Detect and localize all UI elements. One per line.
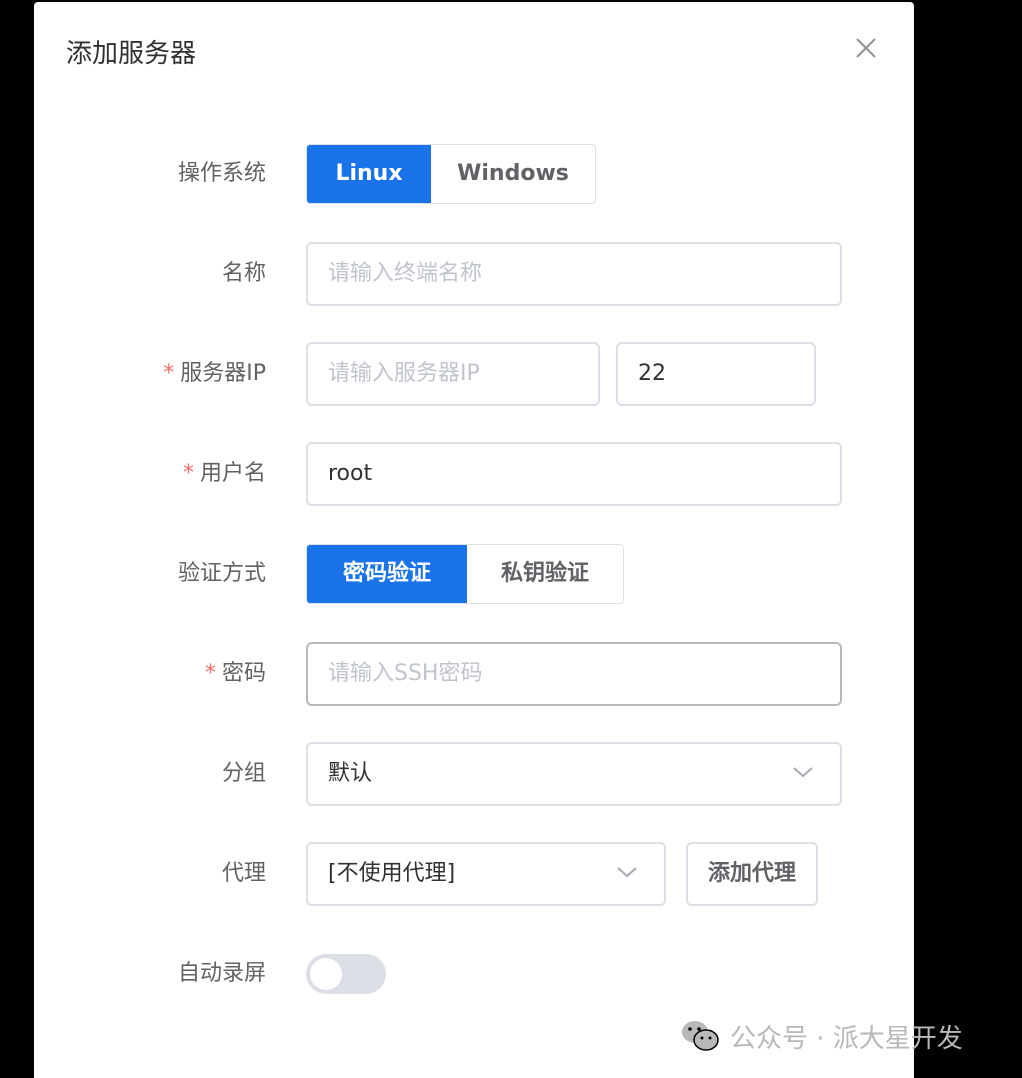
os-option-windows[interactable]: Windows: [431, 145, 595, 203]
form-row-name: 名称 请输入终端名称: [34, 242, 914, 306]
proxy-label: 代理: [221, 861, 266, 886]
required-mark: *: [204, 661, 216, 686]
name-input[interactable]: 请输入终端名称: [306, 242, 842, 306]
chevron-down-icon: [617, 867, 637, 878]
group-label: 分组: [221, 761, 266, 786]
watermark-text: 公众号 · 派大星开发: [730, 1023, 963, 1054]
close-icon: [856, 38, 876, 58]
form-row-server-ip: * 服务器IP 请输入服务器IP 22: [34, 342, 914, 406]
switch-knob: [310, 958, 342, 990]
form-row-proxy: 代理 [不使用代理] 添加代理: [34, 842, 914, 906]
password-input[interactable]: 请输入SSH密码: [306, 642, 842, 706]
os-segmented-control: Linux Windows: [306, 144, 596, 204]
os-option-linux[interactable]: Linux: [307, 145, 431, 203]
auto-record-label: 自动录屏: [177, 961, 266, 986]
proxy-select[interactable]: [不使用代理]: [306, 842, 666, 906]
form-row-auth: 验证方式 密码验证 私钥验证: [34, 542, 914, 606]
add-proxy-button[interactable]: 添加代理: [686, 842, 818, 906]
password-label: * 密码: [204, 661, 266, 686]
watermark: 公众号 · 派大星开发: [680, 1016, 963, 1056]
form-row-username: * 用户名 root: [34, 442, 914, 506]
form-row-auto-record: 自动录屏: [34, 942, 914, 1006]
auth-option-password[interactable]: 密码验证: [307, 545, 467, 603]
form-row-os: 操作系统 Linux Windows: [34, 142, 914, 206]
username-input[interactable]: root: [306, 442, 842, 506]
port-input[interactable]: 22: [616, 342, 816, 406]
wechat-icon: [682, 1021, 719, 1051]
username-label: * 用户名: [182, 461, 266, 486]
close-button[interactable]: [852, 34, 880, 62]
auth-label: 验证方式: [177, 561, 266, 586]
group-select[interactable]: 默认: [306, 742, 842, 806]
add-server-dialog: 添加服务器 操作系统 Linux Windows 名称 请输入终端名称 * 服务器…: [34, 2, 914, 1078]
auth-segmented-control: 密码验证 私钥验证: [306, 544, 624, 604]
form-row-group: 分组 默认: [34, 742, 914, 806]
server-ip-label: * 服务器IP: [163, 361, 266, 386]
server-ip-input[interactable]: 请输入服务器IP: [306, 342, 600, 406]
dialog-title: 添加服务器: [66, 39, 197, 69]
required-mark: *: [163, 361, 175, 386]
auto-record-switch[interactable]: [306, 954, 386, 994]
required-mark: *: [182, 461, 194, 486]
name-label: 名称: [221, 261, 266, 286]
form-row-password: * 密码 请输入SSH密码: [34, 642, 914, 706]
os-label: 操作系统: [177, 161, 266, 186]
chevron-down-icon: [793, 767, 813, 778]
auth-option-private-key[interactable]: 私钥验证: [467, 545, 623, 603]
